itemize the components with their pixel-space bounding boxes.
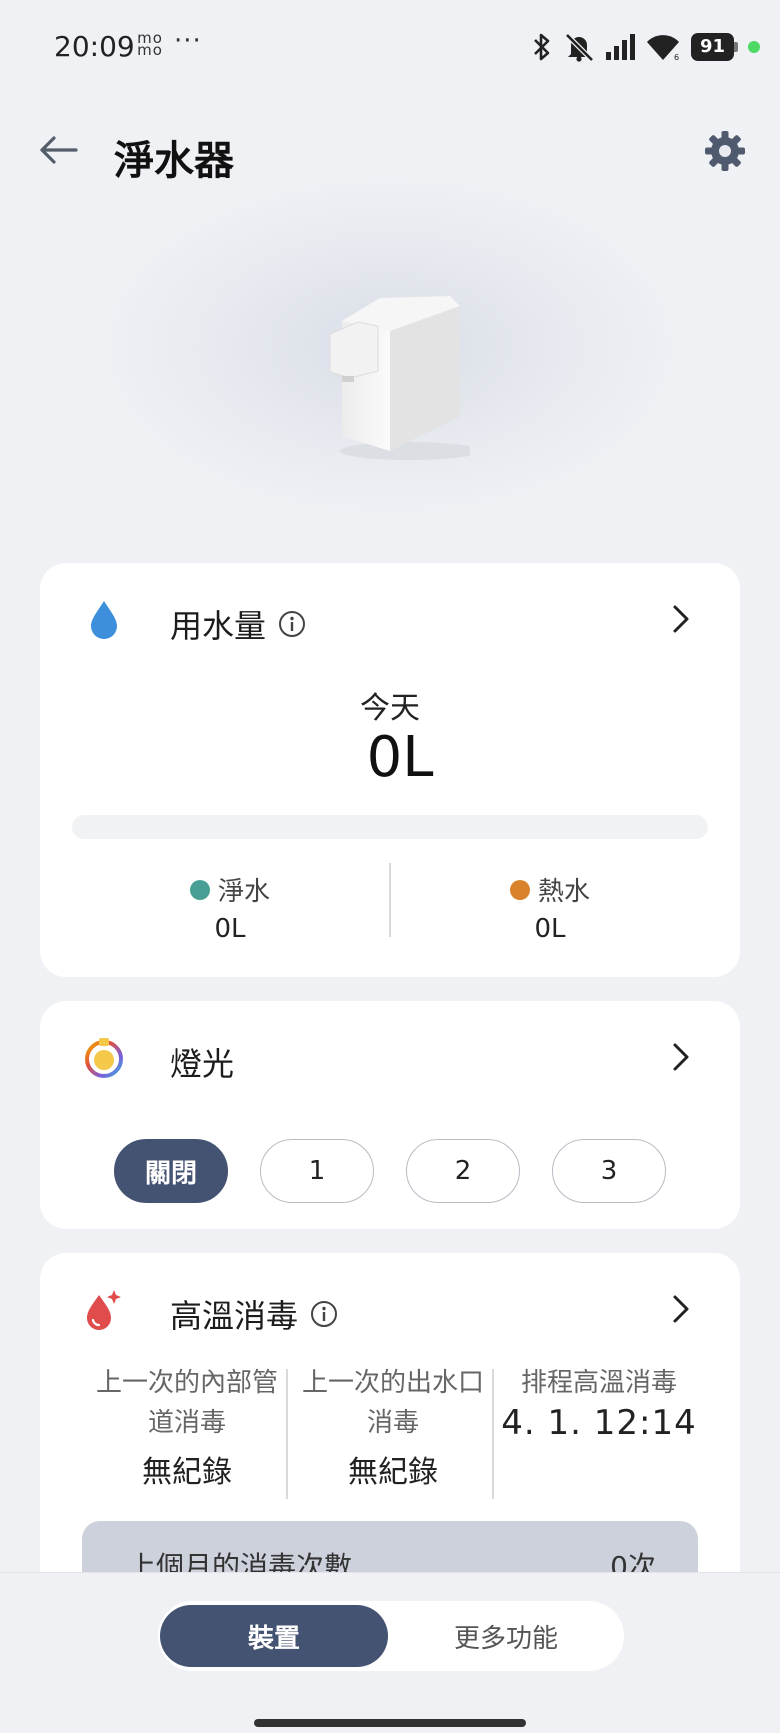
scheduled-sanitize-stat: 排程高溫消毒 4. 1. 12:14 xyxy=(496,1363,702,1443)
privacy-dot xyxy=(748,41,760,53)
status-time: 20:09 xyxy=(54,30,135,63)
wifi-icon: 6 xyxy=(645,33,681,61)
home-indicator[interactable] xyxy=(254,1719,526,1727)
water-usage-card[interactable]: 用水量 今天 0L 淨水 0L 熱水 0L xyxy=(40,563,740,977)
outlet-label: 上一次的出水口消毒 xyxy=(301,1368,484,1438)
tab-switcher: 裝置 更多功能 xyxy=(158,1601,624,1671)
hot-water-value: 0L xyxy=(534,914,566,944)
bottom-navigation: 裝置 更多功能 xyxy=(0,1572,780,1733)
signal-icon xyxy=(605,34,635,60)
hero-section: 淨水器 xyxy=(0,96,780,546)
battery-indicator: 91 xyxy=(690,33,734,61)
back-arrow-icon xyxy=(40,136,78,164)
status-bar: 20:09 mo mo ··· 6 91 xyxy=(0,0,780,96)
water-drop-icon xyxy=(84,597,124,641)
lighting-header[interactable]: 燈光 xyxy=(40,1001,740,1111)
chevron-right-icon[interactable] xyxy=(664,603,696,635)
page-title: 淨水器 xyxy=(114,138,234,184)
divider xyxy=(286,1369,288,1499)
hot-water-label: 熱水 xyxy=(537,877,590,907)
info-icon[interactable] xyxy=(278,610,306,638)
info-icon[interactable] xyxy=(310,1300,338,1328)
usage-progress-bar xyxy=(72,815,708,839)
status-icons: 6 91 xyxy=(531,30,760,64)
today-label: 今天 xyxy=(360,691,420,726)
sanitize-drop-icon xyxy=(84,1287,124,1331)
hot-water-dot xyxy=(509,879,530,900)
chevron-right-icon[interactable] xyxy=(664,1041,696,1073)
outlet-value: 無紀錄 xyxy=(348,1455,438,1490)
light-bulb-icon xyxy=(84,1035,124,1079)
clean-water-value: 0L xyxy=(214,914,246,944)
light-level-options: 關閉 1 2 3 xyxy=(114,1139,666,1203)
light-level-3-button[interactable]: 3 xyxy=(552,1139,666,1203)
lighting-title: 燈光 xyxy=(170,1045,235,1083)
today-value: 0L xyxy=(366,725,434,790)
sanitization-stats: 上一次的內部管道消毒 無紀錄 上一次的出水口消毒 無紀錄 排程高溫消毒 4. 1… xyxy=(40,1363,740,1503)
light-level-1-button[interactable]: 1 xyxy=(260,1139,374,1203)
water-usage-title: 用水量 xyxy=(170,607,267,645)
water-usage-header[interactable]: 用水量 xyxy=(40,563,740,673)
scheduled-sanitize-label: 排程高溫消毒 xyxy=(520,1368,677,1398)
outlet-stat: 上一次的出水口消毒 無紀錄 xyxy=(290,1363,496,1491)
svg-text:6: 6 xyxy=(674,53,679,61)
chevron-right-icon[interactable] xyxy=(664,1293,696,1325)
internal-pipe-stat: 上一次的內部管道消毒 無紀錄 xyxy=(84,1363,290,1491)
divider xyxy=(492,1369,494,1499)
battery-tip xyxy=(734,42,738,52)
tab-more-features[interactable]: 更多功能 xyxy=(392,1605,620,1667)
scheduled-sanitize-value: 4. 1. 12:14 xyxy=(501,1403,697,1443)
light-level-2-button[interactable]: 2 xyxy=(406,1139,520,1203)
gear-icon xyxy=(705,131,745,171)
hot-water-stat: 熱水 0L xyxy=(390,871,710,944)
sanitization-header[interactable]: 高溫消毒 xyxy=(40,1253,740,1363)
bluetooth-icon xyxy=(531,32,553,62)
clean-water-label: 淨水 xyxy=(217,877,270,907)
mute-bell-icon xyxy=(563,32,595,62)
settings-button[interactable] xyxy=(700,126,750,176)
lighting-card[interactable]: 燈光 關閉 1 2 3 xyxy=(40,1001,740,1229)
internal-pipe-value: 無紀錄 xyxy=(142,1455,232,1490)
clean-water-stat: 淨水 0L xyxy=(70,871,390,944)
tab-device[interactable]: 裝置 xyxy=(160,1605,388,1667)
clean-water-dot xyxy=(189,879,210,900)
sanitization-title: 高溫消毒 xyxy=(170,1297,299,1335)
back-button[interactable] xyxy=(34,126,82,174)
light-off-button[interactable]: 關閉 xyxy=(114,1139,228,1203)
internal-pipe-label: 上一次的內部管道消毒 xyxy=(95,1368,278,1438)
status-more-icon: ··· xyxy=(174,26,202,56)
water-split: 淨水 0L 熱水 0L xyxy=(40,863,740,953)
device-image xyxy=(320,276,480,470)
carrier-label: mo mo xyxy=(137,29,163,59)
